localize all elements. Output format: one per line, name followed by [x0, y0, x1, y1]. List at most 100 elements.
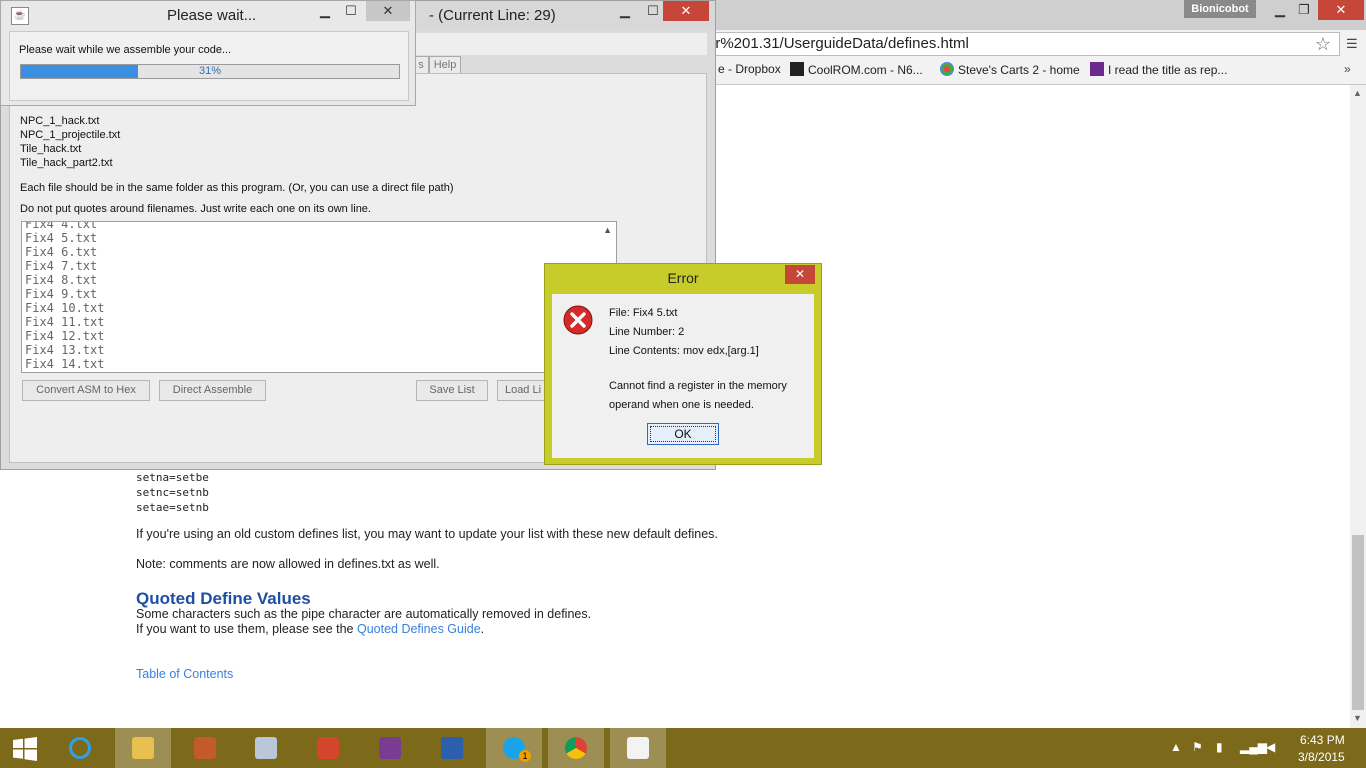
scrollbar-thumb[interactable]: [1352, 535, 1364, 710]
clock-time[interactable]: 6:43 PM: [1300, 733, 1345, 747]
film-icon: [194, 737, 216, 759]
use-them-paragraph: If you want to use them, please see the …: [136, 622, 484, 636]
assembler-title: - (Current Line: 29): [429, 7, 556, 24]
bookmark-label: Steve's Carts 2 - home: [958, 63, 1080, 77]
chrome-menu-icon[interactable]: ☰: [1346, 36, 1358, 52]
error-icon: [563, 305, 593, 335]
minimize-button[interactable]: ▁: [611, 3, 639, 19]
power-icon[interactable]: ▮: [1216, 740, 1223, 754]
onenote-icon: [379, 737, 401, 759]
maximize-button[interactable]: ☐: [339, 3, 363, 19]
page-scrollbar[interactable]: ▲ ▼: [1350, 85, 1366, 728]
file-line: Fix4 14.txt: [25, 357, 105, 371]
error-message-line: Cannot find a register in the memory: [609, 380, 787, 392]
load-list-button[interactable]: Load Li: [497, 380, 549, 401]
close-button[interactable]: ✕: [785, 265, 815, 284]
taskbar-powerpoint[interactable]: [300, 728, 356, 768]
code-line: setae=setnb: [136, 501, 209, 514]
file-line: Fix4 4.txt: [25, 221, 98, 231]
bookmarks-more-button[interactable]: »: [1344, 62, 1351, 76]
taskbar-word[interactable]: [424, 728, 480, 768]
action-center-flag-icon[interactable]: ⚑: [1192, 740, 1203, 754]
clock-date[interactable]: 3/8/2015: [1298, 750, 1345, 764]
file-list-textarea[interactable]: Fix4 4.txt Fix4 5.txt Fix4 6.txt Fix4 7.…: [21, 221, 617, 373]
taskbar-chrome[interactable]: [548, 728, 604, 768]
minimize-button[interactable]: ▁: [313, 3, 337, 19]
coolrom-icon: [790, 62, 804, 76]
update-paragraph: If you're using an old custom defines li…: [136, 527, 718, 541]
close-button[interactable]: ✕: [366, 1, 410, 21]
save-list-button[interactable]: Save List: [416, 380, 488, 401]
taskbar-file-explorer[interactable]: [115, 728, 171, 768]
bookmark-dropbox[interactable]: e - Dropbox: [718, 62, 781, 76]
tab-help[interactable]: Help: [429, 56, 461, 74]
java-icon: ☕: [11, 7, 29, 25]
code-line: setnc=setnb: [136, 486, 209, 499]
calculator-icon: [255, 737, 277, 759]
listed-file: Tile_hack.txt: [20, 143, 82, 155]
taskbar-onenote[interactable]: [362, 728, 418, 768]
paragraph-text: .: [480, 622, 485, 636]
error-dialog: Error ✕ File: Fix4 5.txt Line Number: 2 …: [544, 263, 822, 465]
powerpoint-icon: [317, 737, 339, 759]
instruction-folder: Each file should be in the same folder a…: [20, 182, 454, 194]
bookmark-steves-carts[interactable]: Steve's Carts 2 - home: [940, 62, 1080, 77]
error-line-contents: Line Contents: mov edx,[arg.1]: [609, 345, 759, 357]
progress-label: 31%: [198, 65, 222, 77]
start-button[interactable]: [0, 728, 50, 768]
scroll-up-arrow-icon[interactable]: ▲: [1353, 88, 1362, 98]
characters-paragraph: Some characters such as the pipe charact…: [136, 607, 592, 621]
tvtropes-icon: [1090, 62, 1104, 76]
bookmark-star-icon[interactable]: ☆: [1315, 34, 1331, 55]
file-line: Fix4 9.txt: [25, 287, 98, 301]
dialog-title: Please wait...: [167, 7, 257, 24]
taskbar-media-app[interactable]: [177, 728, 233, 768]
error-message-line: operand when one is needed.: [609, 399, 754, 411]
bookmark-label: I read the title as rep...: [1108, 63, 1228, 77]
close-button[interactable]: ✕: [1318, 0, 1364, 20]
restore-button[interactable]: ❐: [1290, 0, 1318, 20]
pinwheel-icon: [940, 62, 954, 76]
show-hidden-icons-icon[interactable]: ▲: [1170, 740, 1182, 754]
please-wait-dialog: ☕ Please wait... ▁ ☐ ✕ Please wait while…: [0, 0, 416, 106]
taskbar-skype[interactable]: 1: [486, 728, 542, 768]
file-line: Fix4 13.txt: [25, 343, 105, 357]
listed-file: Tile_hack_part2.txt: [20, 157, 113, 169]
chrome-icon: [565, 737, 587, 759]
paragraph-text: If you want to use them, please see the: [136, 622, 357, 636]
address-bar-url: er%201.31/UserguideData/defines.html: [707, 35, 969, 52]
direct-assemble-button[interactable]: Direct Assemble: [159, 380, 266, 401]
table-of-contents-link[interactable]: Table of Contents: [136, 667, 233, 681]
chrome-profile-button[interactable]: Bionicobot: [1184, 0, 1256, 18]
wait-message: Please wait while we assemble your code.…: [19, 44, 232, 56]
convert-asm-to-hex-button[interactable]: Convert ASM to Hex: [22, 380, 150, 401]
bookmark-coolrom[interactable]: CoolROM.com - N6...: [790, 62, 923, 77]
scroll-down-arrow-icon[interactable]: ▼: [1353, 713, 1362, 723]
taskbar-java-app[interactable]: [610, 728, 666, 768]
volume-icon[interactable]: ◀: [1266, 740, 1275, 754]
wait-panel: Please wait while we assemble your code.…: [9, 31, 409, 101]
taskbar-calculator[interactable]: [238, 728, 294, 768]
ok-button[interactable]: OK: [647, 423, 719, 445]
error-line-number: Line Number: 2: [609, 326, 685, 338]
note-paragraph: Note: comments are now allowed in define…: [136, 557, 440, 571]
file-line: Fix4 8.txt: [25, 273, 98, 287]
address-bar[interactable]: er%201.31/UserguideData/defines.html ☆: [700, 32, 1340, 56]
java-icon: [627, 737, 649, 759]
instruction-quotes: Do not put quotes around filenames. Just…: [20, 203, 371, 215]
file-line: Fix4 12.txt: [25, 329, 105, 343]
dialog-title: Error: [667, 270, 699, 286]
folder-icon: [132, 737, 154, 759]
skype-notification-badge: 1: [519, 750, 531, 762]
listed-file: NPC_1_projectile.txt: [20, 129, 121, 141]
quoted-defines-guide-link[interactable]: Quoted Defines Guide: [357, 622, 481, 636]
bookmark-tvtropes[interactable]: I read the title as rep...: [1090, 62, 1227, 77]
listed-file: NPC_1_hack.txt: [20, 115, 100, 127]
file-line: Fix4 11.txt: [25, 315, 105, 329]
close-button[interactable]: ✕: [663, 1, 709, 21]
scroll-up-arrow-icon[interactable]: ▲: [603, 225, 612, 235]
assembly-progress-bar: 31%: [20, 64, 400, 79]
word-icon: [441, 737, 463, 759]
network-signal-icon[interactable]: ▂▄▆: [1240, 740, 1267, 754]
taskbar-internet-explorer[interactable]: [52, 728, 108, 768]
